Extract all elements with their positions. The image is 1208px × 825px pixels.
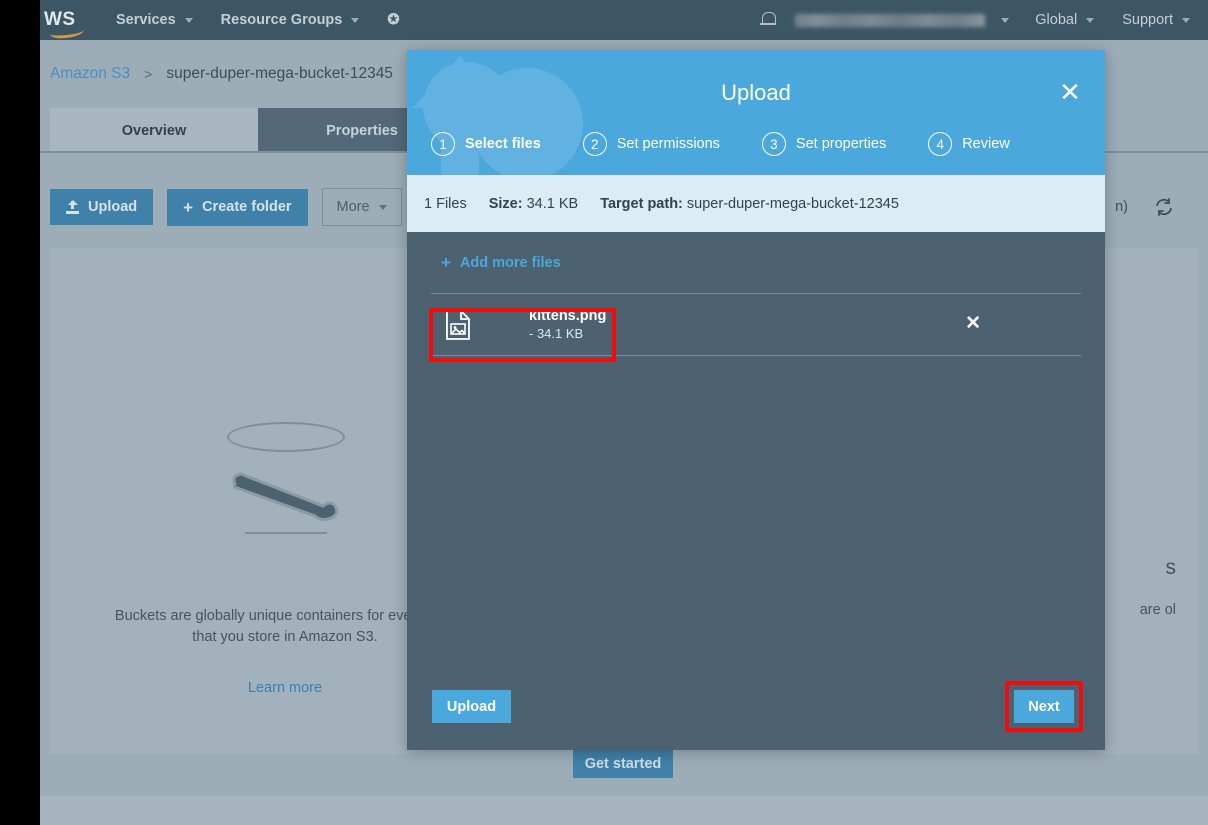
nav-account-caret[interactable] bbox=[985, 0, 1021, 40]
more-button[interactable]: More bbox=[321, 188, 402, 226]
create-folder-button[interactable]: + Create folder bbox=[167, 188, 308, 226]
upload-submit-button[interactable]: Upload bbox=[432, 690, 511, 723]
get-started-label: Get started bbox=[584, 756, 662, 772]
upload-info-bar: 1 Files Size: 34.1 KB Target path: super… bbox=[407, 175, 1105, 232]
add-more-files-button[interactable]: + Add more files bbox=[431, 232, 1081, 271]
nav-support-label: Support bbox=[1122, 12, 1173, 28]
breadcrumb-separator: > bbox=[144, 66, 153, 82]
upload-icon bbox=[66, 199, 79, 214]
nav-support[interactable]: Support bbox=[1108, 0, 1208, 40]
upload-button[interactable]: Upload bbox=[50, 189, 154, 225]
chevron-down-icon bbox=[378, 204, 387, 210]
region-label-partial: n) bbox=[1115, 199, 1128, 215]
account-name-redacted[interactable] bbox=[795, 13, 986, 27]
step-select-files[interactable]: 1 Select files bbox=[431, 132, 541, 156]
step-label: Set permissions bbox=[616, 136, 720, 152]
target-path-label: Target path: bbox=[600, 195, 683, 212]
size-group: Size: 34.1 KB bbox=[489, 196, 578, 212]
chevron-down-icon bbox=[351, 17, 360, 23]
tab-overview[interactable]: Overview bbox=[50, 108, 258, 153]
chevron-down-icon bbox=[1001, 17, 1010, 23]
upload-modal-body: + Add more files kittens.png - 34.1 KB ✕ bbox=[407, 232, 1105, 750]
step-set-properties[interactable]: 3 Set properties bbox=[761, 132, 887, 156]
chevron-down-icon bbox=[1086, 17, 1095, 23]
nav-services[interactable]: Services bbox=[102, 0, 207, 40]
breadcrumb-current: super-duper-mega-bucket-12345 bbox=[166, 65, 393, 82]
step-number: 1 bbox=[431, 132, 455, 156]
image-file-icon bbox=[445, 309, 471, 340]
step-label: Select files bbox=[465, 136, 541, 152]
chevron-down-icon bbox=[184, 17, 193, 23]
nav-global[interactable]: Global bbox=[1021, 0, 1108, 40]
remove-icon[interactable]: ✕ bbox=[965, 314, 981, 333]
file-size: - 34.1 KB bbox=[529, 325, 584, 341]
bucket-icon bbox=[205, 416, 365, 536]
upload-modal: Upload ✕ 1 Select files 2 Set permission… bbox=[407, 50, 1105, 750]
upload-modal-header: Upload ✕ 1 Select files 2 Set permission… bbox=[407, 50, 1105, 175]
close-icon[interactable]: ✕ bbox=[1055, 78, 1085, 108]
page-bottom-band bbox=[40, 796, 1208, 825]
create-folder-label: Create folder bbox=[202, 199, 292, 215]
plus-icon: + bbox=[183, 197, 194, 217]
step-label: Review bbox=[962, 136, 1010, 152]
upload-modal-footer: Upload Next bbox=[407, 680, 1105, 750]
aws-logo[interactable]: WS bbox=[44, 9, 102, 40]
aws-logo-text: WS bbox=[44, 9, 76, 30]
target-path-value: super-duper-mega-bucket-12345 bbox=[686, 195, 899, 212]
more-button-label: More bbox=[336, 199, 370, 215]
nav-global-label: Global bbox=[1035, 12, 1078, 28]
step-set-permissions[interactable]: 2 Set permissions bbox=[582, 132, 720, 156]
next-button[interactable]: Next bbox=[1014, 690, 1074, 723]
plus-icon: + bbox=[441, 253, 451, 272]
step-number: 2 bbox=[582, 132, 607, 156]
step-review[interactable]: 4 Review bbox=[928, 132, 1010, 156]
tab-overview-label: Overview bbox=[121, 122, 187, 139]
aws-smile-icon bbox=[49, 24, 85, 40]
upload-modal-title: Upload bbox=[721, 80, 791, 105]
nav-services-label: Services bbox=[116, 12, 176, 28]
pin-icon: ✪ bbox=[387, 12, 400, 28]
cloud-upload-icon bbox=[413, 56, 583, 175]
size-label: Size: bbox=[488, 195, 523, 212]
size-value: 34.1 KB bbox=[526, 195, 579, 212]
file-meta: kittens.png - 34.1 KB bbox=[529, 307, 606, 343]
step-label: Set properties bbox=[795, 136, 887, 152]
add-more-files-label: Add more files bbox=[459, 254, 561, 271]
file-count: 1 Files bbox=[424, 195, 467, 212]
tab-properties-label: Properties bbox=[326, 122, 398, 139]
nav-pin[interactable]: ✪ bbox=[373, 0, 413, 40]
aws-top-navigation: WS Services Resource Groups ✪ Global Sup… bbox=[40, 0, 1208, 40]
step-number: 3 bbox=[761, 132, 786, 156]
nav-resource-groups-label: Resource Groups bbox=[220, 12, 343, 28]
selected-file-list: kittens.png - 34.1 KB ✕ bbox=[431, 293, 1081, 356]
right-column-heading: s bbox=[1165, 556, 1177, 579]
refresh-icon[interactable] bbox=[1154, 197, 1174, 217]
get-started-button[interactable]: Get started bbox=[573, 750, 673, 778]
bell-icon[interactable] bbox=[759, 11, 777, 29]
file-name: kittens.png bbox=[529, 307, 607, 324]
breadcrumb-root[interactable]: Amazon S3 bbox=[50, 65, 130, 83]
file-row-kittens-png[interactable]: kittens.png - 34.1 KB ✕ bbox=[431, 294, 1081, 356]
target-path-group: Target path: super-duper-mega-bucket-123… bbox=[600, 196, 899, 212]
upload-button-label: Upload bbox=[88, 199, 138, 215]
chevron-down-icon bbox=[1182, 17, 1190, 23]
nav-resource-groups[interactable]: Resource Groups bbox=[207, 0, 374, 40]
step-number: 4 bbox=[928, 132, 953, 156]
screen: WS Services Resource Groups ✪ Global Sup… bbox=[0, 0, 1208, 825]
upload-steps: 1 Select files 2 Set permissions 3 Set p… bbox=[431, 132, 1052, 156]
